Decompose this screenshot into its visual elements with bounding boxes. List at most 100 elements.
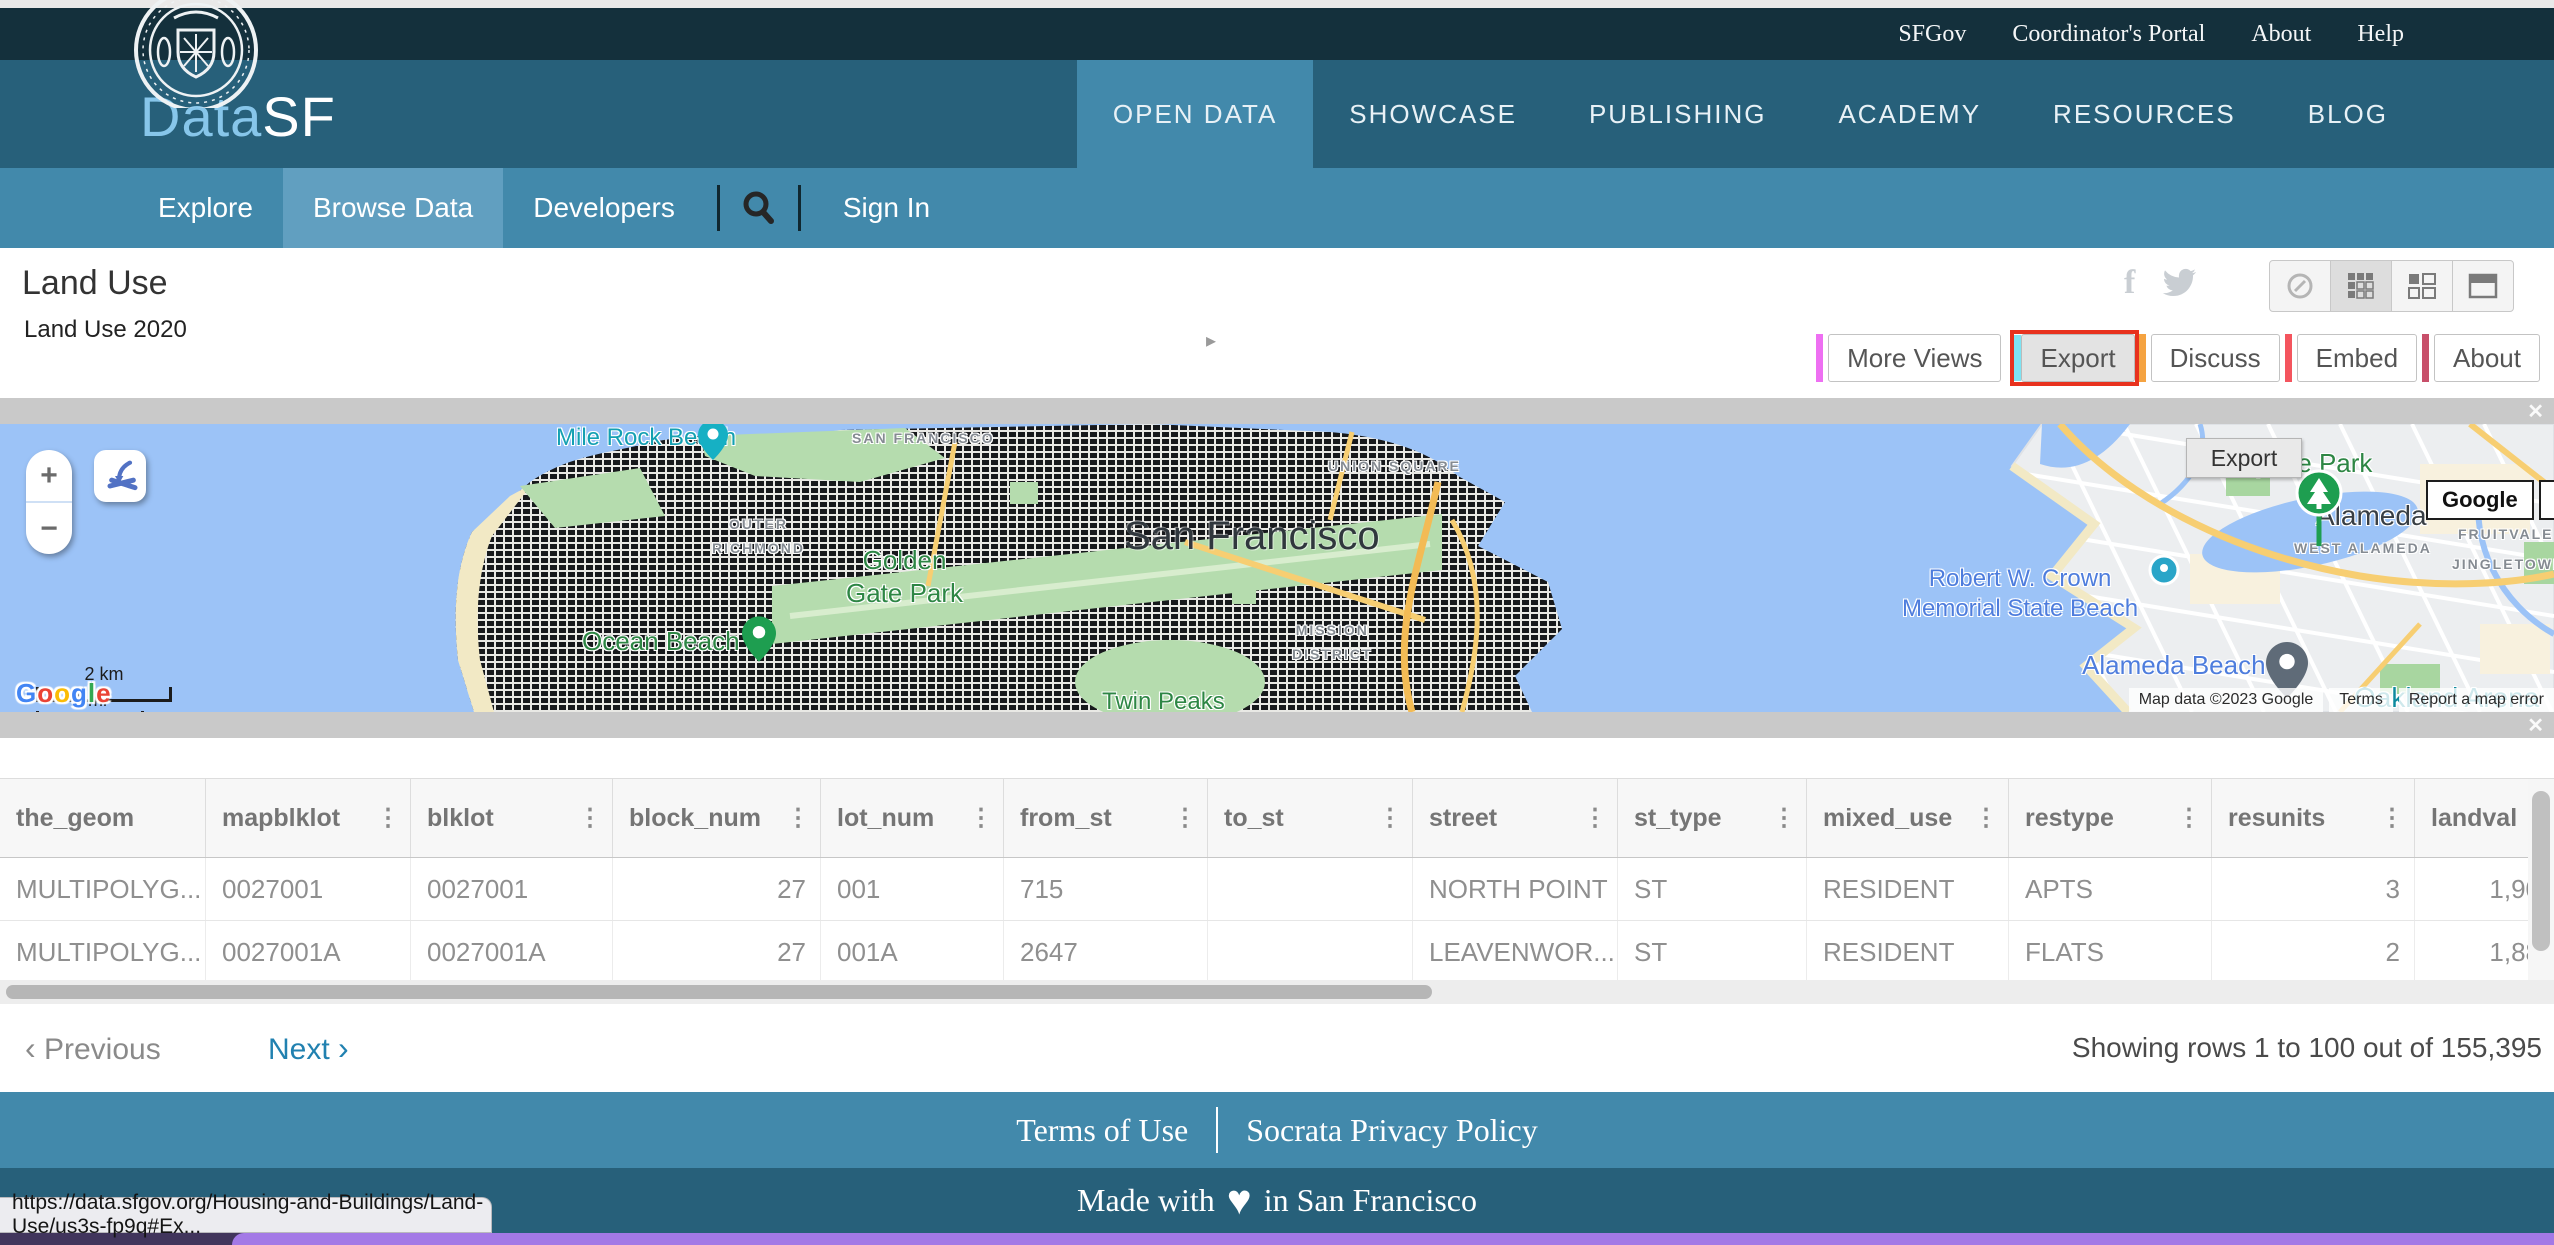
sign-in-button[interactable]: Sign In [813, 168, 960, 248]
subnav-developers[interactable]: Developers [503, 168, 705, 248]
vertical-scrollbar-thumb[interactable] [2532, 791, 2550, 951]
subnav-browse-data[interactable]: Browse Data [283, 168, 503, 248]
map-label-union-square: UNION SQUARE [1328, 454, 1461, 478]
column-header-from_st[interactable]: from_st⋮ [1003, 779, 1207, 857]
blue-badge-pin-icon [2148, 554, 2180, 586]
nav-showcase[interactable]: SHOWCASE [1313, 60, 1553, 168]
nav-blog[interactable]: BLOG [2272, 60, 2424, 168]
column-header-block_num[interactable]: block_num⋮ [612, 779, 820, 857]
column-menu-icon[interactable]: ⋮ [1583, 804, 1607, 833]
accent-bar-cyan [2014, 335, 2021, 381]
map-tool-button[interactable] [94, 450, 146, 502]
map-pane-header: ✕ [0, 398, 2554, 424]
divider [798, 185, 801, 231]
expand-description-icon[interactable]: ▸ [1206, 328, 1216, 353]
column-menu-icon[interactable]: ⋮ [1974, 804, 1998, 833]
zoom-in-button[interactable]: + [26, 450, 72, 503]
column-header-blklot[interactable]: blklot⋮ [410, 779, 612, 857]
embed-button[interactable]: Embed [2297, 334, 2417, 382]
accent-bar-salmon [2285, 334, 2292, 382]
column-header-st_type[interactable]: st_type⋮ [1617, 779, 1806, 857]
accent-bar-magenta [1816, 334, 1823, 382]
terms-link[interactable]: Terms [2329, 688, 2393, 712]
tree-park-pin-icon [2294, 468, 2344, 550]
more-views-button[interactable]: More Views [1828, 334, 2001, 382]
link-sfgov[interactable]: SFGov [1898, 21, 1966, 48]
twitter-icon[interactable] [2161, 268, 2197, 298]
browser-top-strip [0, 0, 2554, 8]
column-header-street[interactable]: street⋮ [1412, 779, 1617, 857]
column-header-mixed_use[interactable]: mixed_use⋮ [1806, 779, 2008, 857]
gov-links: SFGov Coordinator's Portal About Help [1898, 8, 2404, 60]
column-menu-icon[interactable]: ⋮ [2380, 804, 2404, 833]
next-page-button[interactable]: Next › [268, 1030, 349, 1067]
cell-street: LEAVENWOR... [1412, 921, 1617, 983]
view-page-button[interactable] [2391, 261, 2452, 311]
column-menu-icon[interactable]: ⋮ [578, 804, 602, 833]
close-table-icon[interactable]: ✕ [2527, 713, 2544, 738]
grid-icon [2346, 271, 2376, 301]
column-header-lot_num[interactable]: lot_num⋮ [820, 779, 1003, 857]
terms-of-use-link[interactable]: Terms of Use [1016, 1112, 1188, 1149]
datasf-land-use-page: SFGov Coordinator's Portal About Help Da… [0, 0, 2554, 1245]
cell-lot_num: 001A [820, 921, 1003, 983]
view-visualize-button[interactable] [2270, 261, 2330, 311]
horizontal-scrollbar[interactable] [0, 980, 2554, 1004]
main-nav: OPEN DATA SHOWCASE PUBLISHING ACADEMY RE… [1077, 60, 2424, 168]
column-menu-icon[interactable]: ⋮ [1378, 804, 1402, 833]
export-highlight-box: Export [2010, 330, 2138, 386]
teal-beach-pin-icon [698, 424, 728, 460]
link-help[interactable]: Help [2357, 21, 2404, 48]
privacy-policy-link[interactable]: Socrata Privacy Policy [1246, 1112, 1537, 1149]
column-header-resunits[interactable]: resunits⋮ [2211, 779, 2414, 857]
basemap-esri-button[interactable]: ESRI [2539, 480, 2554, 520]
vertical-scrollbar[interactable] [2528, 779, 2554, 980]
map-canvas[interactable]: Mile Rock Beach SAN FRANCISCO OUTER RICH… [0, 424, 2554, 712]
share-icons: f [2124, 264, 2197, 302]
column-menu-icon[interactable]: ⋮ [1772, 804, 1796, 833]
nav-resources[interactable]: RESOURCES [2017, 60, 2272, 168]
horizontal-scrollbar-thumb[interactable] [6, 985, 1432, 999]
facebook-icon[interactable]: f [2124, 264, 2135, 302]
row-count-summary: Showing rows 1 to 100 out of 155,395 [2072, 1032, 2542, 1064]
data-table: the_geom mapblklot⋮ blklot⋮ block_num⋮ l… [0, 778, 2554, 983]
column-menu-icon[interactable]: ⋮ [2177, 804, 2201, 833]
column-menu-icon[interactable]: ⋮ [1173, 804, 1197, 833]
gauge-icon [2285, 271, 2315, 301]
view-grid-button[interactable] [2330, 261, 2391, 311]
table-header-row: the_geom mapblklot⋮ blklot⋮ block_num⋮ l… [0, 779, 2554, 858]
previous-page-button[interactable]: ‹ Previous [25, 1030, 161, 1067]
column-header-the_geom[interactable]: the_geom [0, 779, 205, 857]
zoom-out-button[interactable]: − [26, 503, 72, 554]
close-map-icon[interactable]: ✕ [2527, 399, 2544, 424]
subnav-spacer [0, 168, 128, 248]
map-data-credit: Map data ©2023 Google [2129, 688, 2324, 712]
column-header-to_st[interactable]: to_st⋮ [1207, 779, 1412, 857]
cell-restype: FLATS [2008, 921, 2211, 983]
cell-st_type: ST [1617, 921, 1806, 983]
link-coordinators-portal[interactable]: Coordinator's Portal [2012, 21, 2205, 48]
export-button[interactable]: Export [2021, 334, 2134, 382]
search-button[interactable] [732, 168, 786, 248]
table-pane-header: ✕ [0, 712, 2554, 738]
cell-lot_num: 001 [820, 858, 1003, 920]
subnav-explore[interactable]: Explore [128, 168, 283, 248]
basemap-google-button[interactable]: Google [2426, 480, 2534, 520]
export-tooltip: Export [2186, 438, 2302, 478]
nav-open-data[interactable]: OPEN DATA [1077, 60, 1313, 168]
view-window-button[interactable] [2452, 261, 2513, 311]
nav-publishing[interactable]: PUBLISHING [1553, 60, 1803, 168]
divider [1216, 1107, 1218, 1153]
column-header-restype[interactable]: restype⋮ [2008, 779, 2211, 857]
about-button[interactable]: About [2434, 334, 2540, 382]
column-header-mapblklot[interactable]: mapblklot⋮ [205, 779, 410, 857]
column-menu-icon[interactable]: ⋮ [376, 804, 400, 833]
discuss-button[interactable]: Discuss [2151, 334, 2280, 382]
column-menu-icon[interactable]: ⋮ [786, 804, 810, 833]
nav-academy[interactable]: ACADEMY [1802, 60, 2017, 168]
map-label-outer-richmond: OUTER RICHMOND [712, 512, 805, 560]
report-map-error-link[interactable]: Report a map error [2399, 688, 2554, 712]
column-menu-icon[interactable]: ⋮ [969, 804, 993, 833]
table-row: MULTIPOLYG... 0027001A 0027001A 27 001A … [0, 920, 2554, 983]
link-about[interactable]: About [2251, 21, 2311, 48]
